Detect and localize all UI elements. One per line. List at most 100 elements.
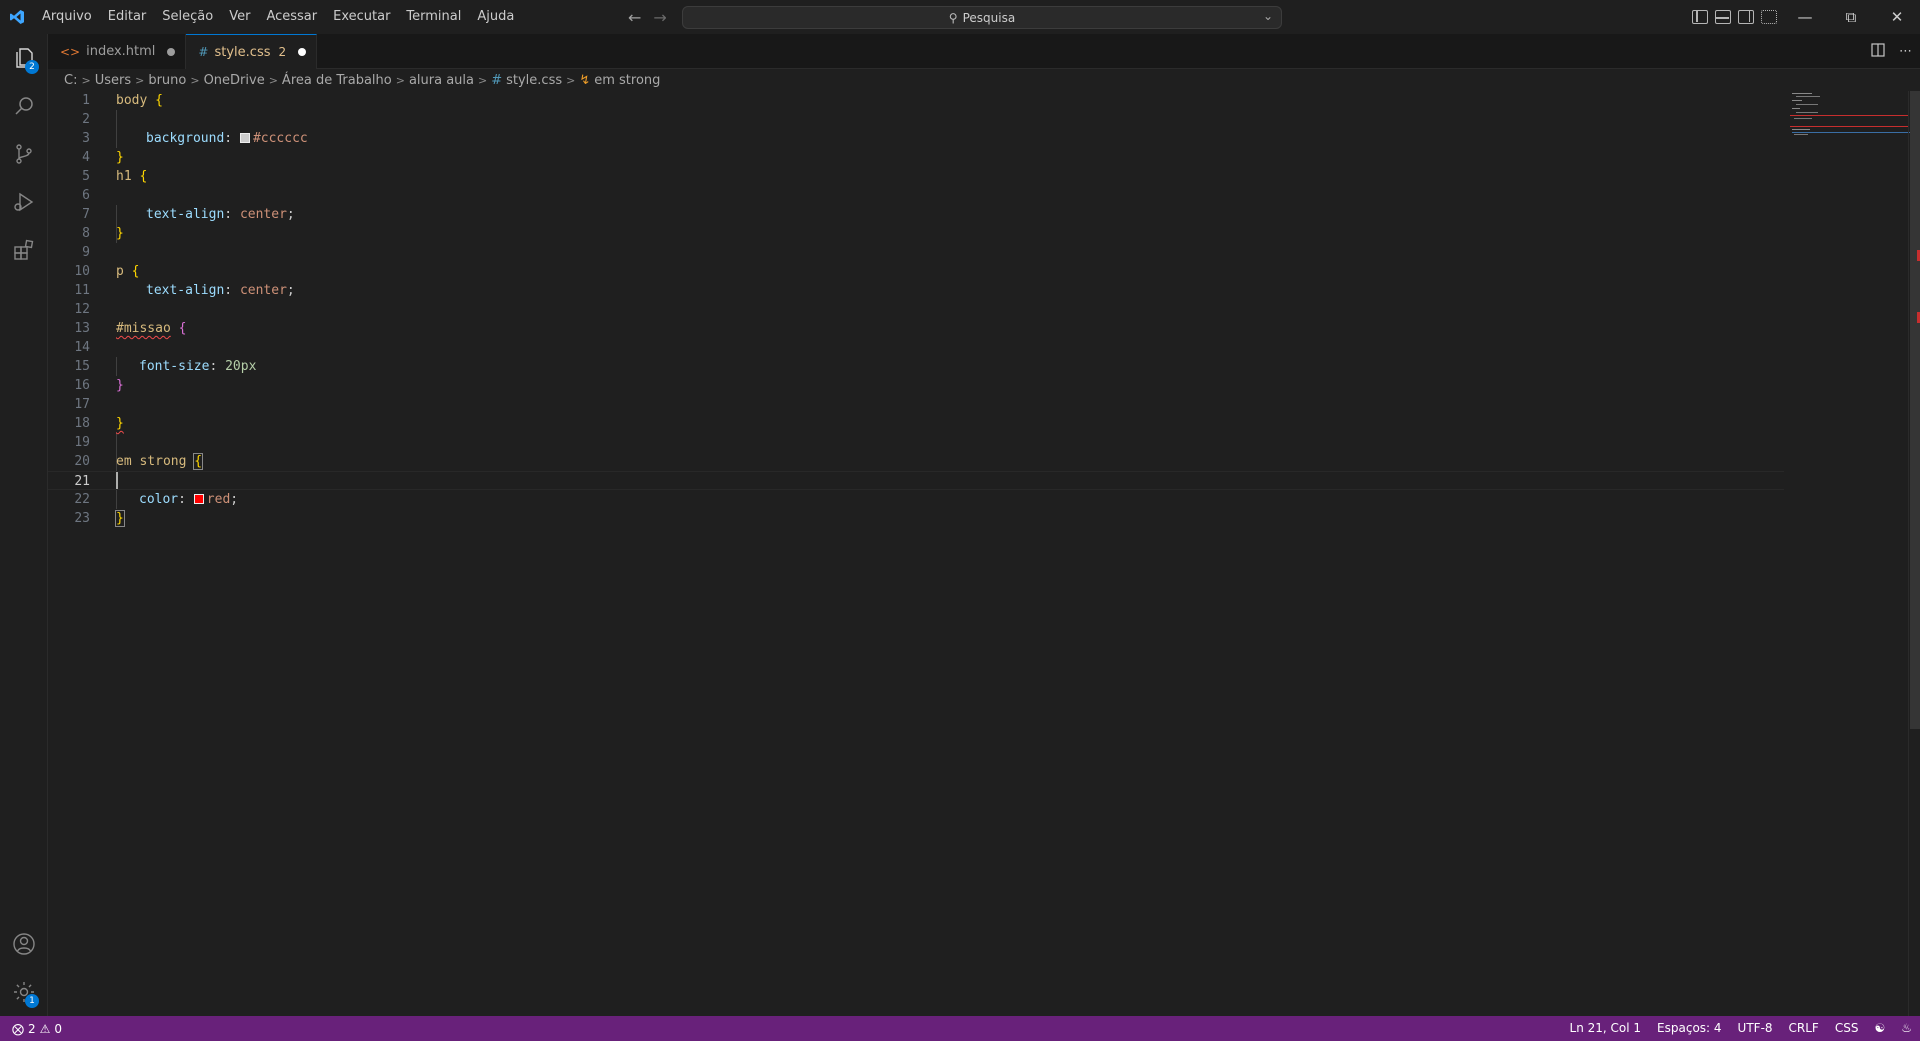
unsaved-dot-icon[interactable] [298,48,307,56]
cursor-position[interactable]: Ln 21, Col 1 [1562,1016,1650,1041]
code-line-current: 21 [48,471,1784,490]
css-value: 20px [225,359,257,374]
breadcrumb-item[interactable]: Área de Trabalho > [282,73,409,88]
css-property: text-align [146,283,225,298]
breadcrumb-item[interactable]: bruno > [148,73,203,88]
extensions-icon[interactable] [0,226,48,274]
code-line: 10 p { [74,264,140,279]
css-value: center [239,283,287,298]
chevron-right-icon: > [81,73,91,87]
breadcrumb-item[interactable]: OneDrive > [204,73,282,88]
menu-terminal[interactable]: Terminal [398,0,469,34]
code-line: 4} [82,150,124,165]
css-property: font-size [139,359,210,374]
search-icon[interactable] [0,82,48,130]
breadcrumb-item[interactable]: # style.css > [491,73,579,88]
end-of-line[interactable]: CRLF [1781,1016,1827,1041]
code-line: 17 [74,397,90,412]
menu-ajuda[interactable]: Ajuda [469,0,522,34]
css-property: color [139,492,179,507]
layout-controls [1692,0,1777,34]
menu-executar[interactable]: Executar [325,0,398,34]
code-line: 16} [74,378,124,393]
indentation[interactable]: Espaços: 4 [1649,1016,1730,1041]
code-line: 12 [74,302,90,317]
scroll-thumb[interactable] [1910,91,1920,729]
encoding[interactable]: UTF-8 [1730,1016,1781,1041]
chevron-right-icon: > [190,73,200,87]
toggle-secondary-sidebar-icon[interactable] [1738,10,1754,24]
more-actions-icon[interactable]: ⋯ [1899,44,1912,59]
color-swatch[interactable] [193,494,204,504]
code-line: 13 #missao { [74,321,187,336]
code-line: 3 background: #cccccc [82,131,308,146]
tab-index-html[interactable]: <> index.html [48,34,187,69]
problems-indicator[interactable]: ⨂ 2 ⚠ 0 [0,1022,62,1036]
feedback-icon[interactable]: ☯ [1866,1016,1893,1041]
breadcrumb-item[interactable]: C: > [64,73,95,88]
tab-style-css[interactable]: # style.css 2 [186,34,318,69]
activity-bar: 2 1 [0,34,48,1016]
code-editor[interactable]: 1 body { 2 3 background: #cccccc 4} 5 h1 { … [48,91,1908,1016]
code-line: 20 em strong { [74,453,204,470]
error-count: 2 [28,1021,36,1036]
status-bar: ⨂ 2 ⚠ 0 Ln 21, Col 1 Espaços: 4 UTF-8 CR… [0,1016,1920,1041]
code-line: 6 [82,188,90,203]
vertical-scrollbar[interactable] [1908,91,1920,1016]
forward-arrow-icon[interactable]: → [653,8,666,27]
error-icon: ⨂ [12,1021,24,1036]
vscode-logo-icon [0,0,34,34]
command-center-label: Pesquisa [962,10,1016,25]
code-line: 11 text-align: center; [74,283,295,298]
problem-count: 2 [278,45,287,59]
command-center-search[interactable]: ⚲ Pesquisa ⌄ [682,6,1282,29]
toggle-panel-icon[interactable] [1715,10,1731,24]
accounts-icon[interactable] [0,920,48,968]
explorer-icon[interactable]: 2 [0,34,48,82]
language-mode[interactable]: CSS [1827,1016,1867,1041]
menu-editar[interactable]: Editar [100,0,155,34]
menu-acessar[interactable]: Acessar [258,0,325,34]
code-line: 7 text-align: center; [82,207,295,222]
menu-selecao[interactable]: Seleção [154,0,221,34]
menu-arquivo[interactable]: Arquivo [34,0,100,34]
title-bar: Arquivo Editar Seleção Ver Acessar Execu… [0,0,1920,34]
back-arrow-icon[interactable]: ← [628,8,641,27]
notifications-bell-icon[interactable]: ♨ [1893,1016,1920,1041]
chevron-right-icon: > [268,73,278,87]
window-controls: — ⧉ ✕ [1782,0,1920,34]
color-swatch[interactable] [239,133,250,143]
breadcrumb-item[interactable]: Users > [95,73,149,88]
css-selector: p [116,264,124,279]
breadcrumb-item[interactable]: ↯ em strong [579,73,660,88]
code-line: 23} [74,510,125,527]
minimap[interactable] [1790,91,1910,1016]
customize-layout-icon[interactable] [1761,10,1777,24]
explorer-badge: 2 [25,60,39,74]
tab-label: index.html [86,44,156,59]
status-bar-right: Ln 21, Col 1 Espaços: 4 UTF-8 CRLF CSS ☯… [1562,1016,1920,1041]
css-property: background [146,131,225,146]
split-editor-icon[interactable] [1871,42,1885,61]
minimize-icon[interactable]: — [1782,0,1828,34]
css-value: red [206,492,231,507]
close-icon[interactable]: ✕ [1874,0,1920,34]
source-control-icon[interactable] [0,130,48,178]
chevron-right-icon: > [566,73,576,87]
warning-count: 0 [54,1021,63,1036]
unsaved-dot-icon[interactable] [167,47,176,56]
code-line: 1 body { [82,93,163,108]
breadcrumb-item[interactable]: alura aula > [409,73,491,88]
chevron-down-icon[interactable]: ⌄ [1263,9,1273,23]
run-debug-icon[interactable] [0,178,48,226]
html-file-icon: <> [60,44,81,59]
menu-ver[interactable]: Ver [221,0,258,34]
settings-gear-icon[interactable]: 1 [0,968,48,1016]
toggle-primary-sidebar-icon[interactable] [1692,10,1708,24]
warning-icon: ⚠ [39,1021,51,1036]
restore-icon[interactable]: ⧉ [1828,0,1874,34]
editor-tabs: <> index.html # style.css 2 ⋯ [48,34,1920,69]
menu-bar: Arquivo Editar Seleção Ver Acessar Execu… [34,0,522,34]
breadcrumb: C: > Users > bruno > OneDrive > Área de Trab… [48,69,1920,91]
css-file-icon: # [198,45,209,59]
